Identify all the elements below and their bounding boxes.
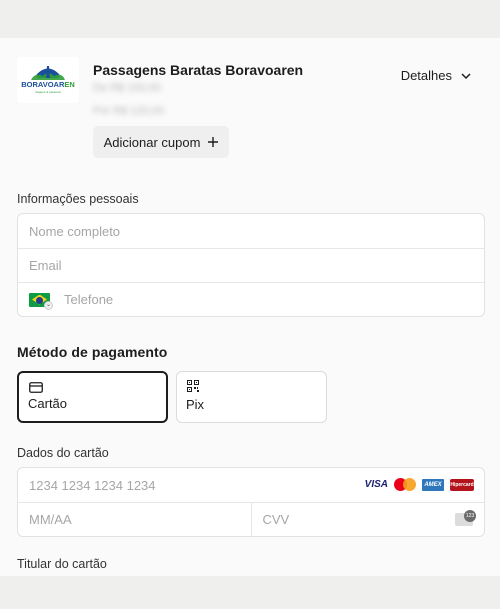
qr-code-icon bbox=[187, 380, 199, 392]
details-button[interactable]: Detalhes bbox=[401, 68, 472, 83]
payment-option-pix[interactable]: Pix bbox=[176, 371, 327, 423]
add-coupon-label: Adicionar cupom bbox=[103, 134, 201, 150]
product-title: Passagens Baratas Boravoaren bbox=[93, 62, 304, 78]
phone-placeholder: Telefone bbox=[64, 292, 114, 307]
expiry-field[interactable]: MM/AA bbox=[18, 503, 251, 536]
top-background bbox=[0, 0, 500, 38]
email-field[interactable]: Email bbox=[18, 248, 484, 282]
payment-method-heading: Método de pagamento bbox=[17, 344, 168, 360]
details-label: Detalhes bbox=[400, 68, 452, 83]
mastercard-icon bbox=[394, 478, 416, 491]
credit-card-icon bbox=[29, 382, 43, 393]
expiry-cvv-row: MM/AA CVV bbox=[18, 502, 484, 536]
plus-icon bbox=[208, 137, 219, 147]
payment-option-card-label: Cartão bbox=[28, 396, 68, 411]
bottom-background bbox=[0, 576, 500, 609]
payment-option-card[interactable]: Cartão bbox=[17, 371, 168, 423]
svg-text:BORAVOAREN: BORAVOAREN bbox=[21, 80, 75, 89]
full-name-placeholder: Nome completo bbox=[29, 223, 121, 239]
expiry-placeholder: MM/AA bbox=[29, 512, 72, 527]
email-placeholder: Email bbox=[29, 258, 62, 273]
payment-option-pix-label: Pix bbox=[186, 397, 205, 412]
cvv-field[interactable]: CVV bbox=[250, 503, 485, 536]
original-price: De R$ 150,00 bbox=[93, 82, 161, 94]
card-data-label: Dados do cartão bbox=[17, 446, 109, 460]
chevron-down-icon bbox=[461, 72, 471, 79]
card-number-placeholder: 1234 1234 1234 1234 bbox=[29, 477, 156, 493]
country-dropdown-icon[interactable]: ⌄ bbox=[44, 300, 53, 310]
checkout-card: BORAVOAREN viagens & passeios Passagens … bbox=[0, 38, 500, 576]
brazil-flag-icon[interactable]: ⌄ bbox=[29, 292, 53, 310]
personal-info-label: Informações pessoais bbox=[17, 192, 139, 206]
full-name-field[interactable]: Nome completo bbox=[18, 214, 484, 248]
cvv-card-icon bbox=[455, 510, 476, 526]
amex-icon: AMEX bbox=[422, 478, 444, 491]
hipercard-icon: Hipercard bbox=[450, 478, 474, 491]
personal-info-group: Nome completo Email ⌄ Telefone bbox=[17, 213, 485, 317]
cvv-placeholder: CVV bbox=[262, 512, 290, 527]
add-coupon-button[interactable]: Adicionar cupom bbox=[93, 126, 229, 158]
visa-icon: VISA bbox=[364, 479, 388, 490]
phone-field[interactable]: ⌄ Telefone bbox=[18, 282, 484, 316]
current-price: Por R$ 120,00 bbox=[93, 105, 164, 117]
svg-text:viagens & passeios: viagens & passeios bbox=[35, 90, 61, 94]
card-holder-label: Titular do cartão bbox=[17, 557, 107, 571]
card-data-group: 1234 1234 1234 1234 VISA AMEX Hipercard … bbox=[17, 467, 485, 537]
card-brands: VISA AMEX Hipercard bbox=[365, 478, 474, 491]
card-number-field[interactable]: 1234 1234 1234 1234 VISA AMEX Hipercard bbox=[18, 468, 484, 502]
merchant-logo: BORAVOAREN viagens & passeios bbox=[17, 57, 79, 103]
